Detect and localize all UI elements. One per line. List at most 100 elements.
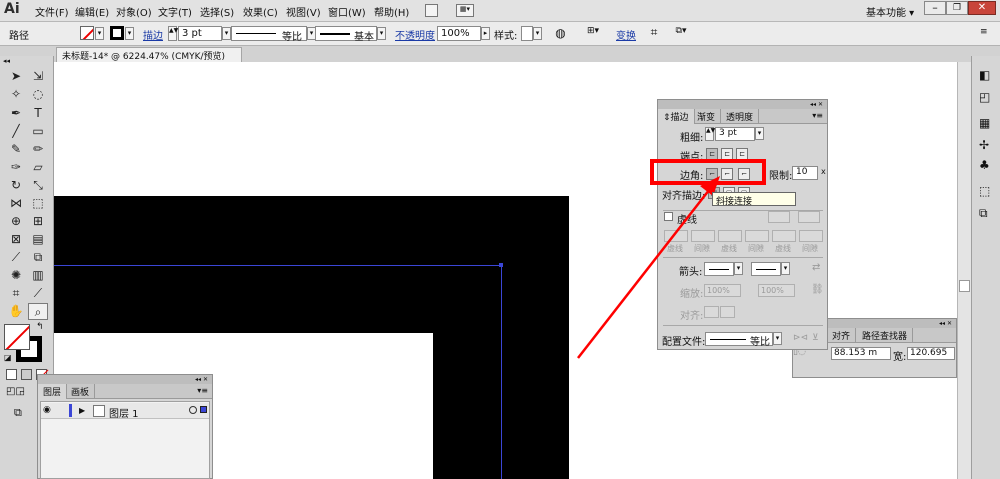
tab-pathfinder[interactable]: 路径查找器 — [857, 328, 914, 343]
rectangle-tool-icon[interactable]: ▭ — [28, 123, 48, 140]
blob-brush-tool-icon[interactable]: ✑ — [6, 159, 26, 176]
column-graph-tool-icon[interactable]: ▥ — [28, 267, 48, 284]
pen-tool-icon[interactable]: ✒ — [6, 105, 26, 122]
tab-align[interactable]: 对齐 — [827, 328, 857, 343]
perspective-grid-tool-icon[interactable]: ⊞ — [28, 213, 48, 230]
screen-mode-icon[interactable]: ⧉ — [14, 406, 22, 420]
scale-tool-icon[interactable]: ⤡ — [28, 177, 48, 194]
anchor-point[interactable] — [499, 263, 503, 267]
style-dropdown[interactable]: ▾ — [533, 27, 542, 40]
end-arrowhead-select[interactable] — [751, 262, 781, 276]
weight-stepper[interactable]: ▲▼ — [168, 26, 178, 41]
pencil-tool-icon[interactable]: ✏ — [28, 141, 48, 158]
menu-type[interactable]: 文字(T) — [158, 4, 192, 19]
symbol-sprayer-tool-icon[interactable]: ✺ — [6, 267, 26, 284]
tab-stroke[interactable]: ⇕描边 — [658, 109, 695, 124]
lasso-tool-icon[interactable]: ◌ — [28, 86, 48, 103]
menu-object[interactable]: 对象(O) — [116, 4, 152, 19]
weight-input[interactable]: 3 pt — [715, 127, 755, 141]
isolate-icon[interactable]: ⌗ — [647, 25, 661, 40]
color-icon[interactable]: ◧ — [979, 68, 990, 82]
close-button[interactable]: ✕ — [968, 1, 996, 15]
flip-across-icon[interactable]: ⊻ — [812, 333, 819, 343]
swatches-icon[interactable]: ▦ — [979, 116, 990, 130]
default-colors-icon[interactable]: ◪ — [4, 353, 12, 362]
weight-stepper[interactable]: ▲▼ — [705, 127, 715, 141]
gap-3-input[interactable] — [799, 230, 823, 242]
tab-gradient[interactable]: 渐变 — [692, 109, 722, 124]
color-mode-icon[interactable] — [6, 369, 17, 380]
workspace-switcher[interactable]: 基本功能 ▾ — [866, 4, 914, 19]
fill-dropdown[interactable]: ▾ — [95, 27, 104, 40]
zoom-tool-icon[interactable]: ⌕ — [28, 303, 48, 320]
eyedropper-tool-icon[interactable]: ⟋ — [6, 249, 26, 266]
draw-mode-icon[interactable]: ◰◲ — [6, 386, 25, 397]
weight-dropdown[interactable]: ▾ — [755, 127, 764, 140]
dash-preserve-icon[interactable] — [798, 211, 820, 223]
stroke-weight-input[interactable]: 3 pt — [178, 26, 222, 41]
start-arrowhead-dropdown[interactable]: ▾ — [734, 262, 743, 275]
selection-tool-icon[interactable]: ➤ — [6, 68, 26, 85]
menu-edit[interactable]: 编辑(E) — [75, 4, 109, 19]
paintbrush-tool-icon[interactable]: ✎ — [6, 141, 26, 158]
link-scale-icon[interactable]: ⛓ — [811, 284, 824, 295]
swap-colors-icon[interactable]: ↰ — [36, 322, 44, 332]
restore-button[interactable]: ❐ — [946, 1, 968, 15]
stroke-swatch[interactable] — [110, 26, 124, 40]
graphic-styles-icon[interactable]: ⬚ — [979, 184, 990, 198]
minimize-button[interactable]: – — [924, 1, 946, 15]
gradient-tool-icon[interactable]: ▤ — [28, 231, 48, 248]
selection-square-icon[interactable] — [200, 406, 207, 413]
profile-dropdown[interactable]: ▾ — [773, 332, 782, 345]
tab-layers[interactable]: 图层 — [38, 384, 68, 399]
expand-triangle-icon[interactable]: ▶ — [79, 406, 85, 415]
end-arrowhead-dropdown[interactable]: ▾ — [781, 262, 790, 275]
opacity-dropdown[interactable]: ▸ — [481, 27, 490, 40]
scroll-thumb[interactable] — [959, 280, 970, 292]
panel-menu-icon[interactable]: ▾≡ — [197, 386, 208, 395]
bridge-icon[interactable] — [425, 4, 438, 17]
stroke-dropdown[interactable]: ▾ — [125, 27, 134, 40]
arrange-documents-icon[interactable]: ▦▾ — [456, 4, 474, 17]
type-tool-icon[interactable]: T — [28, 105, 48, 122]
eraser-tool-icon[interactable]: ▱ — [28, 159, 48, 176]
color-guide-icon[interactable]: ◰ — [979, 90, 990, 104]
gradient-mode-icon[interactable] — [21, 369, 32, 380]
align-options-icon[interactable]: ⊞▾ — [583, 26, 603, 41]
menu-view[interactable]: 视图(V) — [286, 4, 321, 19]
stroke-link[interactable]: 描边 — [143, 27, 163, 42]
width-input[interactable]: 120.695 — [907, 347, 955, 360]
width-tool-icon[interactable]: ⋈ — [6, 195, 26, 212]
document-tab[interactable]: 未标题-14* @ 6224.47% (CMYK/预览) × — [56, 47, 242, 72]
menu-file[interactable]: 文件(F) — [35, 4, 69, 19]
layer-row[interactable]: ◉ ▶ 图层 1 — [41, 403, 209, 420]
swap-arrowheads-icon[interactable]: ⇄ — [812, 262, 820, 273]
hand-tool-icon[interactable]: ✋ — [6, 303, 26, 320]
vertical-scrollbar[interactable] — [957, 62, 971, 479]
dash-align-corners-icon[interactable] — [768, 211, 790, 223]
dash-3-input[interactable] — [772, 230, 796, 242]
layer-name[interactable]: 图层 1 — [109, 405, 139, 420]
magic-wand-tool-icon[interactable]: ✧ — [6, 86, 26, 103]
panel-menu-icon[interactable]: ▾≡ — [812, 111, 823, 120]
brush-dropdown[interactable]: ▾ — [377, 27, 386, 40]
symbols-icon[interactable]: ♣ — [979, 158, 990, 172]
fill-color-box[interactable] — [4, 324, 30, 350]
gap-2-input[interactable] — [745, 230, 769, 242]
end-scale-input[interactable]: 100% — [758, 284, 795, 297]
x-position-input[interactable]: 88.153 m — [831, 347, 891, 360]
line-tool-icon[interactable]: ╱ — [6, 123, 26, 140]
menu-window[interactable]: 窗口(W) — [328, 4, 366, 19]
artboard-tool-icon[interactable]: ⌗ — [6, 285, 26, 302]
slice-tool-icon[interactable]: ⟋ — [28, 285, 48, 302]
menu-help[interactable]: 帮助(H) — [374, 4, 409, 19]
target-icon[interactable] — [189, 406, 197, 414]
transform-link[interactable]: 变换 — [616, 27, 636, 42]
fill-swatch[interactable] — [80, 26, 94, 40]
tab-artboards[interactable]: 画板 — [66, 384, 96, 399]
more-options-icon[interactable]: ⧉▾ — [670, 26, 692, 41]
brush-definition[interactable]: 基本 — [315, 26, 377, 43]
limit-input[interactable]: 10 — [792, 166, 818, 180]
rotate-tool-icon[interactable]: ↻ — [6, 177, 26, 194]
tab-transparency[interactable]: 透明度 — [721, 109, 760, 124]
